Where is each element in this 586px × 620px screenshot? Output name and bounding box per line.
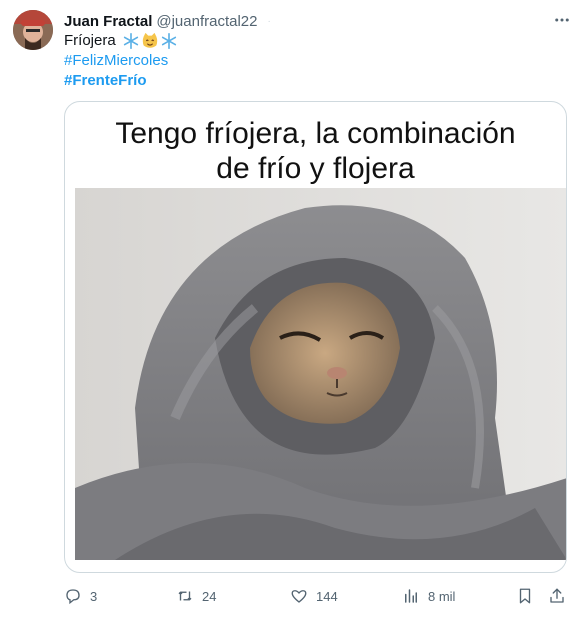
snowflake-icon — [123, 32, 138, 50]
meme-caption-line: de frío y flojera — [216, 152, 415, 185]
avatar[interactable] — [13, 10, 53, 50]
retweet-icon — [178, 591, 192, 601]
views-button[interactable]: 8 mil — [402, 582, 455, 610]
tweet-body: Fríojera #FelizMiercoles #FrenteFrío — [64, 31, 178, 91]
retweet-button[interactable]: 24 — [176, 582, 216, 610]
emoji-group — [122, 32, 178, 50]
reply-icon — [66, 589, 80, 605]
meme-caption-line: Tengo fríojera, la combinación — [115, 117, 516, 150]
separator-dot: · — [267, 15, 271, 27]
views-chart-icon — [405, 589, 417, 603]
share-button[interactable] — [548, 582, 566, 610]
bookmark-icon — [519, 588, 531, 604]
smiling-cat-icon — [142, 32, 157, 48]
action-bar: 3 24 144 8 mil — [64, 582, 574, 610]
tweet-header: Juan Fractal @juanfractal22 · — [64, 11, 546, 31]
meme-caption: Tengo fríojera, la combinación de frío y… — [65, 116, 566, 186]
share-icon — [550, 588, 564, 603]
tweet-text: Fríojera — [64, 32, 116, 49]
bookmark-button[interactable] — [516, 582, 534, 610]
heart-icon — [291, 590, 307, 603]
tweet-text-line: Fríojera — [64, 31, 178, 51]
retweet-count: 24 — [202, 588, 217, 604]
author-handle[interactable]: @juanfractal22 — [156, 13, 257, 30]
media-card[interactable]: Tengo fríojera, la combinación de frío y… — [64, 101, 567, 573]
views-count: 8 mil — [428, 588, 456, 604]
author-name[interactable]: Juan Fractal — [64, 13, 152, 30]
like-count: 144 — [316, 588, 338, 604]
snowflake-icon — [161, 32, 176, 50]
tweet[interactable]: Juan Fractal @juanfractal22 · Fríojera #… — [0, 0, 586, 620]
hashtag-feliz-miercoles[interactable]: #FelizMiercoles — [64, 51, 168, 71]
reply-button[interactable]: 3 — [64, 582, 97, 610]
like-button[interactable]: 144 — [290, 582, 338, 610]
cat-in-blanket-photo[interactable] — [75, 188, 566, 560]
reply-count: 3 — [90, 588, 98, 604]
more-dots-icon[interactable] — [552, 10, 572, 30]
hashtag-frente-frio[interactable]: #FrenteFrío — [64, 71, 147, 91]
